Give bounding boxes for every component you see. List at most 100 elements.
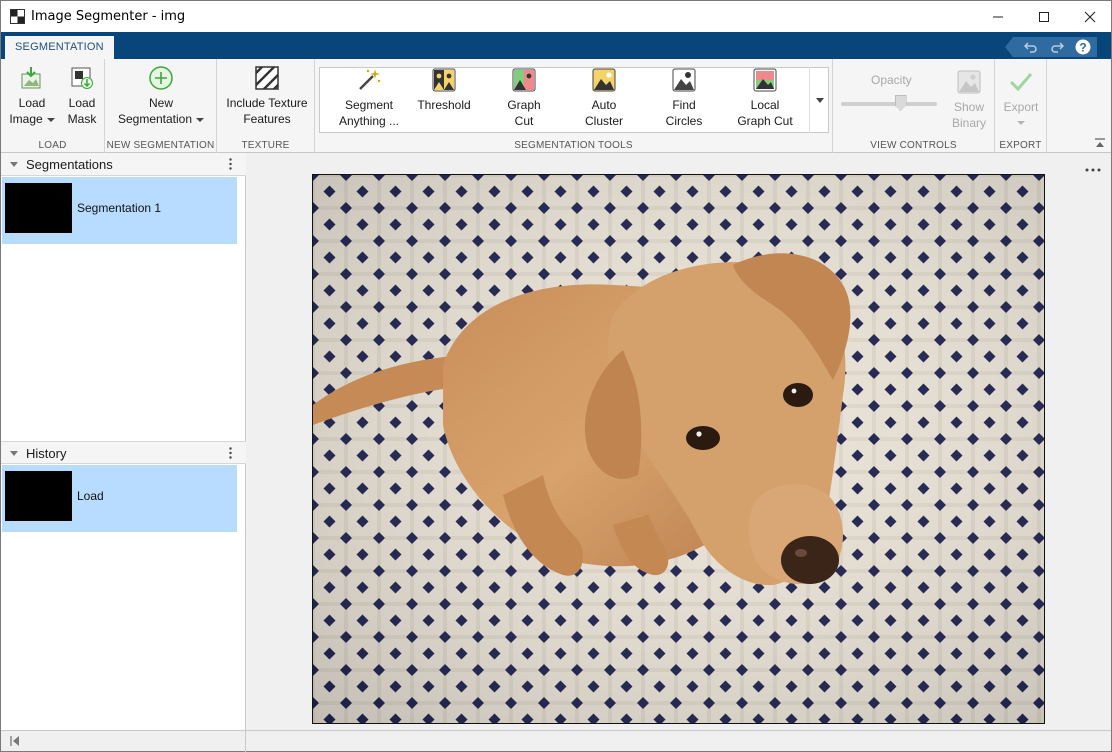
- magic-wand-icon: [359, 69, 381, 90]
- redo-button[interactable]: [1049, 39, 1065, 55]
- app-icon: [10, 9, 25, 24]
- section-label-segmentation-tools: SEGMENTATION TOOLS: [514, 140, 633, 151]
- section-texture: Include Texture Features TEXTURE: [217, 59, 315, 153]
- kebab-menu-icon[interactable]: [229, 158, 232, 170]
- section-new-segmentation: New Segmentation NEW SEGMENTATION: [105, 59, 217, 153]
- include-texture-label-1: Include Texture: [226, 96, 308, 110]
- load-mask-button[interactable]: Load Mask: [61, 65, 103, 127]
- graph-cut-label-1: Graph: [507, 98, 541, 112]
- auto-cluster-label-1: Auto: [591, 98, 617, 112]
- find-circles-button[interactable]: Find Circles: [651, 67, 717, 129]
- close-button[interactable]: [1067, 1, 1112, 32]
- image-canvas[interactable]: [312, 174, 1045, 724]
- segmentations-panel-title: Segmentations: [26, 157, 113, 172]
- undo-button[interactable]: [1023, 39, 1039, 55]
- maximize-button[interactable]: [1021, 1, 1067, 32]
- show-binary-button[interactable]: Show Binary: [945, 69, 993, 131]
- load-mask-label-2: Mask: [67, 112, 97, 126]
- chevron-down-icon: [815, 97, 824, 103]
- section-load: Load Image Load Mask LOAD: [1, 59, 105, 153]
- local-graph-cut-button[interactable]: Local Graph Cut: [729, 67, 801, 129]
- section-label-load: LOAD: [38, 140, 67, 151]
- app-window: Image Segmenter - img SEGMENTATION ? Loa…: [0, 0, 1112, 752]
- segmentation-list-item[interactable]: Segmentation 1: [2, 177, 237, 244]
- history-panel-header[interactable]: History: [1, 441, 246, 464]
- image-viewer: [247, 153, 1111, 730]
- title-bar: Image Segmenter - img: [1, 1, 1111, 32]
- show-binary-icon: [957, 70, 981, 94]
- local-graph-cut-label-1: Local: [750, 98, 780, 112]
- find-circles-icon: [672, 68, 696, 92]
- new-segmentation-label-1: New: [148, 96, 173, 110]
- ribbon: Load Image Load Mask LOAD New Segmentati…: [1, 59, 1111, 153]
- threshold-button[interactable]: Threshold: [411, 67, 477, 113]
- svg-text:?: ?: [1079, 41, 1086, 55]
- auto-cluster-icon: [592, 68, 616, 92]
- history-panel-title: History: [26, 446, 67, 461]
- status-divider: [245, 731, 246, 752]
- collapse-panel-icon[interactable]: [9, 735, 21, 747]
- graph-cut-label-2: Cut: [514, 114, 534, 128]
- show-binary-label-2: Binary: [951, 116, 986, 130]
- texture-icon: [255, 66, 279, 90]
- add-circle-icon: [149, 66, 173, 90]
- kebab-menu-icon[interactable]: [229, 447, 232, 459]
- opacity-slider-track[interactable]: [841, 102, 937, 106]
- find-circles-label-1: Find: [672, 98, 696, 112]
- load-image-label-1: Load: [18, 96, 46, 110]
- help-icon: ?: [1075, 39, 1091, 55]
- auto-cluster-label-2: Cluster: [584, 114, 623, 128]
- show-binary-label-1: Show: [953, 100, 985, 114]
- segment-anything-button[interactable]: Segment Anything ...: [333, 67, 405, 129]
- more-options-icon[interactable]: [1085, 167, 1101, 173]
- segmentation-item-label: Segmentation 1: [77, 201, 162, 215]
- threshold-label: Threshold: [417, 98, 471, 112]
- redo-icon: [1051, 42, 1064, 53]
- export-label: Export: [1003, 100, 1039, 114]
- graph-cut-icon: [512, 68, 536, 92]
- left-panel: Segmentations Segmentation 1 History Loa…: [1, 153, 246, 730]
- minimize-icon: [993, 16, 1003, 17]
- section-label-export: EXPORT: [999, 140, 1042, 151]
- collapse-triangle-icon[interactable]: [10, 451, 18, 456]
- quick-access-toolbar: ?: [1005, 37, 1097, 57]
- threshold-icon: [432, 68, 456, 92]
- include-texture-label-2: Features: [243, 112, 291, 126]
- window-title: Image Segmenter - img: [31, 9, 186, 24]
- load-image-button[interactable]: Load Image: [9, 65, 55, 127]
- include-texture-button[interactable]: Include Texture Features: [221, 65, 313, 127]
- history-thumbnail: [5, 471, 72, 521]
- help-button[interactable]: ?: [1075, 39, 1091, 55]
- chevron-down-icon: [1017, 121, 1025, 125]
- segment-anything-label-1: Segment: [344, 98, 394, 112]
- collapse-triangle-icon[interactable]: [10, 162, 18, 167]
- maximize-icon: [1039, 11, 1049, 22]
- new-segmentation-button[interactable]: New Segmentation: [111, 65, 211, 127]
- local-graph-cut-label-2: Graph Cut: [737, 114, 793, 128]
- gallery-expand-button[interactable]: [809, 67, 829, 133]
- minimize-button[interactable]: [975, 1, 1021, 32]
- checkmark-icon: [1009, 73, 1033, 92]
- segmentation-thumbnail: [5, 183, 72, 233]
- tab-segmentation[interactable]: SEGMENTATION: [5, 36, 114, 59]
- section-label-view-controls: VIEW CONTROLS: [870, 140, 957, 151]
- collapse-ribbon-icon[interactable]: [1093, 136, 1107, 150]
- undo-icon: [1024, 42, 1037, 53]
- segmentations-panel-header[interactable]: Segmentations: [1, 153, 246, 176]
- opacity-label: Opacity: [871, 73, 912, 87]
- dog-photo: [313, 175, 1044, 723]
- export-button[interactable]: Export: [997, 69, 1045, 125]
- graph-cut-button[interactable]: Graph Cut: [491, 67, 557, 129]
- auto-cluster-button[interactable]: Auto Cluster: [571, 67, 637, 129]
- section-label-texture: TEXTURE: [241, 140, 290, 151]
- chevron-down-icon: [46, 117, 55, 122]
- load-mask-icon: [71, 67, 93, 89]
- load-mask-label-1: Load: [68, 96, 96, 110]
- history-list-item[interactable]: Load: [2, 465, 237, 532]
- load-image-label-2: Image: [9, 112, 43, 126]
- close-icon: [1084, 11, 1096, 22]
- local-graph-cut-icon: [753, 68, 777, 92]
- chevron-down-icon: [196, 117, 205, 122]
- history-item-label: Load: [77, 489, 104, 503]
- status-bar: [1, 730, 1111, 752]
